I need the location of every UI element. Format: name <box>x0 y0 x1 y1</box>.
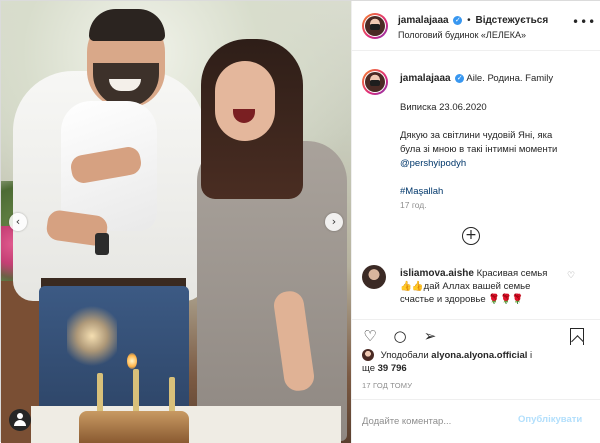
post-timestamp[interactable]: 17 ГОД ТОМУ <box>362 381 412 390</box>
likes-count[interactable]: 39 796 <box>378 363 407 374</box>
author-username[interactable]: jamalajaaa <box>398 15 449 26</box>
previous-photo-button[interactable]: ‹ <box>9 213 27 231</box>
comment-line1: Красивая семья <box>476 268 548 279</box>
author-avatar[interactable] <box>362 13 388 39</box>
following-button[interactable]: Відстежується <box>475 15 548 26</box>
likes-prefix: Уподобали <box>380 350 429 361</box>
header-user-line: jamalajaaa ✓ • Відстежується <box>398 15 548 26</box>
man-hair <box>89 9 165 41</box>
more-options-icon[interactable]: ••• <box>572 15 596 29</box>
avatar-ring <box>364 71 386 93</box>
liker-username[interactable]: alyona.alyona.official <box>431 350 527 361</box>
caption-body: Виписка 23.06.2020 Дякую за світлини чуд… <box>400 73 590 199</box>
instagram-post: ‹ › jamalajaaa ✓ • Відстежується Пологов… <box>0 0 600 443</box>
caption-avatar[interactable] <box>362 69 388 95</box>
share-icon[interactable]: ➢ <box>420 326 440 346</box>
comment-line2: 👍👍дай Аллах вашей семье <box>400 281 531 292</box>
woman-face <box>215 61 275 141</box>
commenter-avatar[interactable] <box>362 265 386 289</box>
likes-connector: і <box>530 350 533 361</box>
caption-thanks-line2: була зі мною в такі інтимні моменти <box>400 144 558 155</box>
comment-icon[interactable]: ○ <box>390 326 410 346</box>
user-tag-icon[interactable] <box>9 409 31 431</box>
publish-button[interactable]: Опублікувати <box>518 414 582 425</box>
candle-flame <box>127 353 137 369</box>
likes-others-label: ще <box>362 363 375 374</box>
caption-hashtag-link[interactable]: #Maşallah <box>400 185 590 199</box>
likes-summary: Уподобали alyona.alyona.official і ще 39… <box>362 349 594 375</box>
post-header: jamalajaaa ✓ • Відстежується Пологовий б… <box>352 1 600 51</box>
caption-discharge-date: Виписка 23.06.2020 <box>400 102 487 113</box>
commenter-username[interactable]: isliamova.aishe <box>400 268 474 279</box>
separator-dot: • <box>467 15 471 26</box>
comment-line3: счастье и здоровье 🌹🌹🌹 <box>400 294 524 305</box>
candle <box>169 377 175 413</box>
comment-like-icon[interactable]: ♡ <box>567 271 575 281</box>
sparkler-glow <box>67 301 117 371</box>
candle <box>133 369 139 413</box>
post-side-panel: jamalajaaa ✓ • Відстежується Пологовий б… <box>351 1 600 443</box>
verified-badge-icon: ✓ <box>453 15 463 25</box>
comment-text: isliamova.aishe Красивая семья 👍👍дай Алл… <box>400 267 570 306</box>
save-bookmark-icon[interactable] <box>570 328 584 345</box>
avatar-image <box>365 16 385 36</box>
post-location[interactable]: Пологовий будинок «ЛЕЛЕКА» <box>398 30 526 40</box>
liker-avatar[interactable] <box>362 349 374 362</box>
avatar-ring <box>364 15 386 37</box>
caption-mention-link[interactable]: @pershyipodyh <box>400 157 590 171</box>
add-comment-bar: Опублікувати <box>352 399 600 443</box>
cake <box>79 411 189 443</box>
like-icon[interactable]: ♡ <box>360 326 380 346</box>
wristwatch <box>95 233 109 255</box>
candle <box>97 373 103 413</box>
comment-input[interactable] <box>362 412 512 430</box>
avatar-image <box>365 72 385 92</box>
caption-thanks-line1: Дякую за світлини чудовій Яні, яка <box>400 130 553 141</box>
post-photo[interactable]: ‹ › <box>1 1 351 443</box>
load-more-comments-icon[interactable]: + <box>462 227 480 245</box>
next-photo-button[interactable]: › <box>325 213 343 231</box>
caption-time[interactable]: 17 год. <box>400 200 427 210</box>
